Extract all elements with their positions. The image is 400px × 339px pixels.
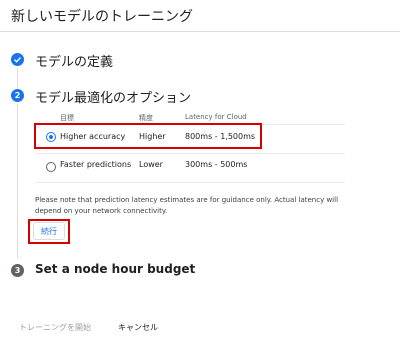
column-header-goal: 目標 (60, 114, 74, 122)
cell-latency: 300ms - 500ms (185, 160, 248, 169)
cell-goal: Faster predictions (60, 160, 132, 169)
table-divider (35, 153, 345, 154)
step-complete-check-icon (11, 53, 24, 66)
page-title: 新しいモデルのトレーニング (11, 9, 193, 25)
dialog-header: 新しいモデルのトレーニング (0, 0, 400, 32)
table-divider (35, 182, 345, 183)
step-title-node-hour-budget[interactable]: Set a node hour budget (35, 262, 195, 276)
continue-button[interactable]: 続行 (33, 222, 65, 240)
latency-note: Please note that prediction latency esti… (35, 196, 339, 215)
start-training-button[interactable]: トレーニングを開始 (19, 322, 91, 333)
column-header-latency: Latency for Cloud (185, 113, 247, 121)
step-number-badge: 2 (11, 89, 24, 102)
cell-accuracy: Lower (139, 160, 163, 169)
column-header-accuracy: 精度 (139, 114, 153, 122)
selected-option-highlight (34, 123, 262, 149)
step-title-define-model[interactable]: モデルの定義 (35, 51, 113, 70)
step-connector (17, 68, 18, 88)
radio-faster-predictions[interactable] (46, 162, 56, 172)
cancel-button[interactable]: キャンセル (118, 322, 158, 333)
step-title-optimization: モデル最適化のオプション (35, 91, 192, 106)
step-number-badge: 3 (11, 264, 24, 277)
step-connector (17, 104, 18, 258)
